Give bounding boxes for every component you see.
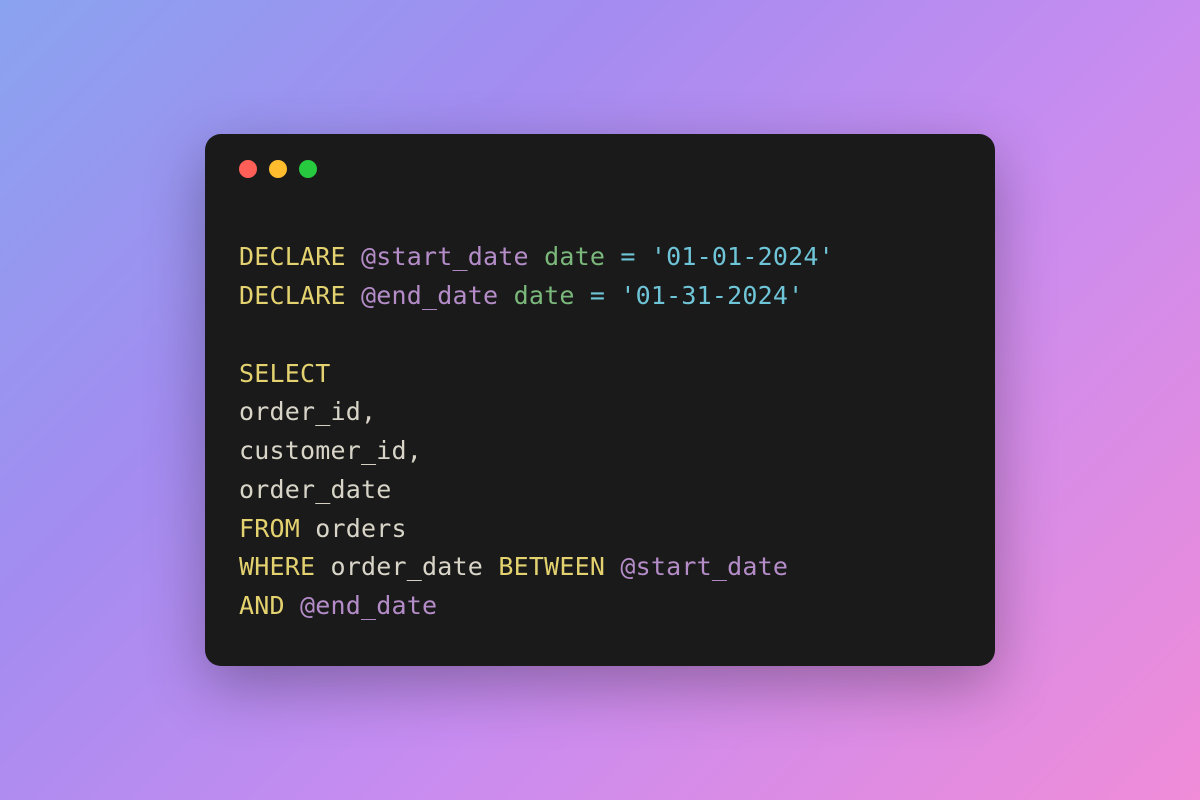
code-token [605,242,620,271]
code-token [498,281,513,310]
code-token: AND [239,591,285,620]
code-line: DECLARE @end_date date = '01-31-2024' [239,277,961,316]
code-token: @end_date [300,591,437,620]
code-token [483,552,498,581]
code-token [575,281,590,310]
minimize-icon[interactable] [269,160,287,178]
code-line: FROM orders [239,510,961,549]
code-line: customer_id, [239,432,961,471]
code-token: BETWEEN [498,552,605,581]
close-icon[interactable] [239,160,257,178]
code-line: order_id, [239,393,961,432]
code-token: = [620,242,635,271]
code-token: '01-01-2024' [651,242,834,271]
code-line: AND @end_date [239,587,961,626]
code-token: order_date [331,552,484,581]
code-token: @start_date [620,552,788,581]
code-line: order_date [239,471,961,510]
code-token: DECLARE [239,242,346,271]
code-token: orders [315,514,407,543]
code-token [605,552,620,581]
code-token: '01-31-2024' [620,281,803,310]
code-token: customer_id, [239,436,422,465]
code-token: @end_date [361,281,498,310]
code-line: DECLARE @start_date date = '01-01-2024' [239,238,961,277]
code-token [346,281,361,310]
code-token [529,242,544,271]
code-block: DECLARE @start_date date = '01-01-2024'D… [239,238,961,626]
code-token: order_date [239,475,392,504]
code-token [605,281,620,310]
code-token: date [514,281,575,310]
code-token: FROM [239,514,300,543]
code-token [300,514,315,543]
code-window: DECLARE @start_date date = '01-01-2024'D… [205,134,995,666]
code-token [346,242,361,271]
code-token [636,242,651,271]
code-line: SELECT [239,355,961,394]
code-token [315,552,330,581]
code-line: WHERE order_date BETWEEN @start_date [239,548,961,587]
code-token: = [590,281,605,310]
code-token: DECLARE [239,281,346,310]
code-token: SELECT [239,359,331,388]
code-token: order_id, [239,397,376,426]
maximize-icon[interactable] [299,160,317,178]
code-line [239,316,961,355]
code-token: date [544,242,605,271]
code-token: WHERE [239,552,315,581]
code-token: @start_date [361,242,529,271]
code-token [285,591,300,620]
traffic-lights [239,160,961,178]
